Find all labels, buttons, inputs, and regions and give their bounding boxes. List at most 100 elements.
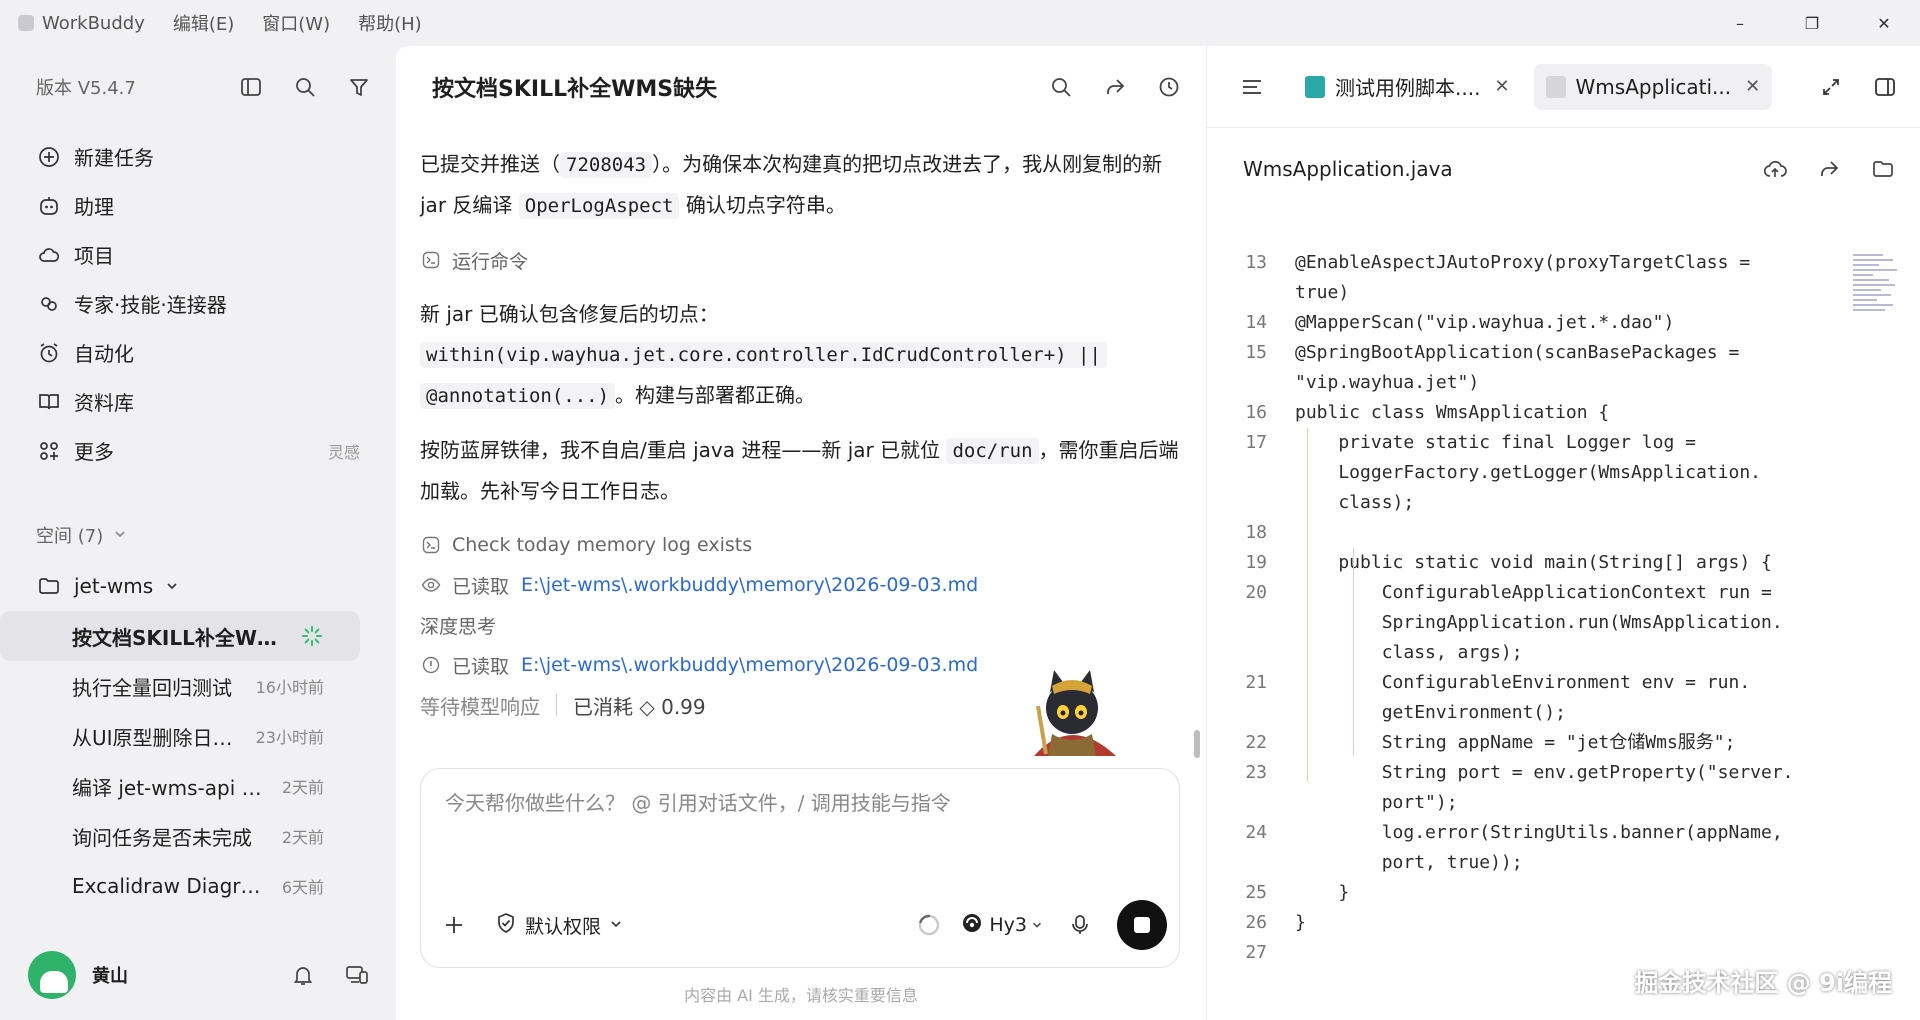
expand-icon[interactable]	[1815, 71, 1847, 103]
nav-library[interactable]: 资料库	[0, 377, 396, 426]
code-line: 15 @SpringBootApplication(scanBasePackage…	[1207, 338, 1920, 368]
grid-icon	[36, 438, 62, 464]
task-time: 23小时前	[255, 728, 324, 747]
line-number: 13	[1245, 252, 1267, 273]
task-time: 2天前	[281, 778, 324, 797]
path-code: doc/run	[946, 438, 1039, 464]
line-number: 19	[1245, 552, 1267, 573]
task-item[interactable]: 执行全量回归测试 16小时前	[0, 661, 360, 711]
nav-automation[interactable]: 自动化	[0, 328, 396, 377]
code-text: ConfigurableApplicationContext run =	[1295, 582, 1772, 603]
step-run-command[interactable]: 运行命令	[420, 240, 1180, 280]
code-view[interactable]: 13 @EnableAspectJAutoProxy(proxyTargetCla…	[1207, 248, 1920, 1020]
panel-toggle-icon[interactable]	[1869, 71, 1901, 103]
code-line: 25 }	[1207, 878, 1920, 908]
stop-button[interactable]	[1117, 900, 1167, 950]
restore-button[interactable]: ❐	[1776, 0, 1848, 46]
line-number	[1207, 698, 1273, 728]
history-icon[interactable]	[1152, 70, 1186, 104]
waiting-status: 等待模型响应	[420, 694, 540, 719]
tab-wms-application[interactable]: WmsApplicati... ✕	[1533, 63, 1773, 110]
memory-file-link[interactable]: E:\jet-wms\.workbuddy\memory\2026-09-03.…	[521, 654, 978, 676]
menu-edit[interactable]: 编辑(E)	[173, 10, 234, 36]
task-item-active[interactable]: 按文档SKILL补全WMS...	[0, 611, 360, 661]
app-title: WorkBuddy	[18, 13, 145, 34]
close-icon[interactable]: ✕	[1745, 76, 1760, 97]
composer: 默认权限 Hy3	[420, 768, 1180, 968]
minimap[interactable]	[1853, 254, 1901, 334]
task-item[interactable]: Excalidraw Diagram ... 6天前	[0, 861, 360, 911]
task-item[interactable]: 编译 jet-wms-api 后... 2天前	[0, 761, 360, 811]
task-label: 从UI原型删除日志...	[72, 725, 246, 750]
code-text: log.error(StringUtils.banner(appName,	[1295, 822, 1783, 843]
microphone-icon[interactable]	[1063, 908, 1097, 942]
upload-cloud-icon[interactable]	[1759, 153, 1791, 185]
line-number	[1207, 638, 1273, 668]
close-window-button[interactable]: ✕	[1848, 0, 1920, 46]
memory-file-link[interactable]: E:\jet-wms\.workbuddy\memory\2026-09-03.…	[521, 574, 978, 596]
space-header[interactable]: 空间 (7)	[0, 515, 396, 555]
chevron-down-icon	[1031, 914, 1043, 936]
menu-icon[interactable]	[1235, 70, 1269, 104]
step-read-file[interactable]: 已读取 E:\jet-wms\.workbuddy\memory\2026-09…	[420, 565, 1180, 605]
devices-icon[interactable]	[342, 960, 372, 990]
tab-test-script[interactable]: 测试用例脚本.... ✕	[1293, 64, 1522, 110]
filter-icon[interactable]	[342, 70, 376, 104]
code-line: 23 String port = env.getProperty("server…	[1207, 758, 1920, 788]
step-label: 已读取	[452, 575, 510, 598]
message-input[interactable]	[445, 787, 1145, 867]
code-line: 13 @EnableAspectJAutoProxy(proxyTargetCla…	[1207, 248, 1920, 278]
nav-experts[interactable]: 专家·技能·连接器	[0, 279, 396, 328]
nav-projects[interactable]: 项目	[0, 230, 396, 279]
chat-panel: 按文档SKILL补全WMS缺失 已提交并推送（ 7208043 ）。为确保本次构建真…	[396, 46, 1206, 1020]
menu-help[interactable]: 帮助(H)	[358, 10, 422, 36]
permission-selector[interactable]: 默认权限	[495, 912, 623, 939]
task-item[interactable]: 从UI原型删除日志... 23小时前	[0, 711, 360, 761]
scrollbar[interactable]	[1194, 730, 1200, 758]
search-icon[interactable]	[288, 70, 322, 104]
code-line: 16 public class WmsApplication {	[1207, 398, 1920, 428]
nav-assistant[interactable]: 助理	[0, 181, 396, 230]
step-label: 已读取	[452, 655, 510, 678]
code-text: class, args);	[1295, 642, 1523, 663]
sidebar-toggle-icon[interactable]	[234, 70, 268, 104]
nav-new-task[interactable]: 新建任务	[0, 132, 396, 181]
add-attachment-button[interactable]	[437, 908, 471, 942]
model-label: Hy3	[989, 914, 1027, 936]
minimize-button[interactable]: –	[1704, 0, 1776, 46]
inspiration-link[interactable]: 灵感	[328, 439, 360, 463]
share-icon[interactable]	[1098, 70, 1132, 104]
nav-label: 专家·技能·连接器	[74, 293, 227, 317]
nav-label: 新建任务	[74, 146, 154, 170]
commit-hash: 7208043	[560, 152, 653, 178]
menu-window[interactable]: 窗口(W)	[262, 10, 330, 36]
task-item[interactable]: 询问任务是否未完成 2天前	[0, 811, 360, 861]
chat-title: 按文档SKILL补全WMS缺失	[432, 77, 718, 102]
code-text: LoggerFactory.getLogger(WmsApplication.	[1295, 462, 1761, 483]
folder-open-icon[interactable]	[1867, 153, 1899, 185]
model-selector[interactable]: Hy3	[961, 912, 1043, 939]
code-text: private static final Logger log =	[1295, 432, 1696, 453]
code-line: class, args);	[1207, 638, 1920, 668]
search-icon[interactable]	[1044, 70, 1078, 104]
code-text: class);	[1295, 492, 1415, 513]
bell-icon[interactable]	[288, 960, 318, 990]
avatar[interactable]	[28, 951, 76, 999]
editor-panel: 测试用例脚本.... ✕ WmsApplicati... ✕ WmsApplic…	[1206, 46, 1920, 1020]
nav-more[interactable]: 更多 灵感	[0, 426, 396, 475]
folder-icon	[36, 573, 62, 599]
code-line: 22 String appName = "jet仓储Wms服务";	[1207, 728, 1920, 758]
project-jet-wms[interactable]: jet-wms	[0, 561, 396, 611]
share-icon[interactable]	[1813, 153, 1845, 185]
code-line: getEnvironment();	[1207, 698, 1920, 728]
text: 新 jar 已确认包含修复后的切点：	[420, 302, 719, 326]
code-line: 20 ConfigurableApplicationContext run =	[1207, 578, 1920, 608]
line-number: 22	[1245, 732, 1267, 753]
step-check-memory[interactable]: Check today memory log exists	[420, 525, 1180, 565]
task-label: Excalidraw Diagram ...	[72, 874, 272, 898]
code-text: @MapperScan("vip.wayhua.jet.*.dao")	[1295, 312, 1675, 333]
text: 。构建与部署都正确。	[615, 383, 816, 407]
code-text: port");	[1295, 792, 1458, 813]
text: 按防蓝屏铁律，我不自启/重启 java 进程——新 jar 已就位	[420, 438, 947, 462]
close-icon[interactable]: ✕	[1494, 76, 1509, 97]
